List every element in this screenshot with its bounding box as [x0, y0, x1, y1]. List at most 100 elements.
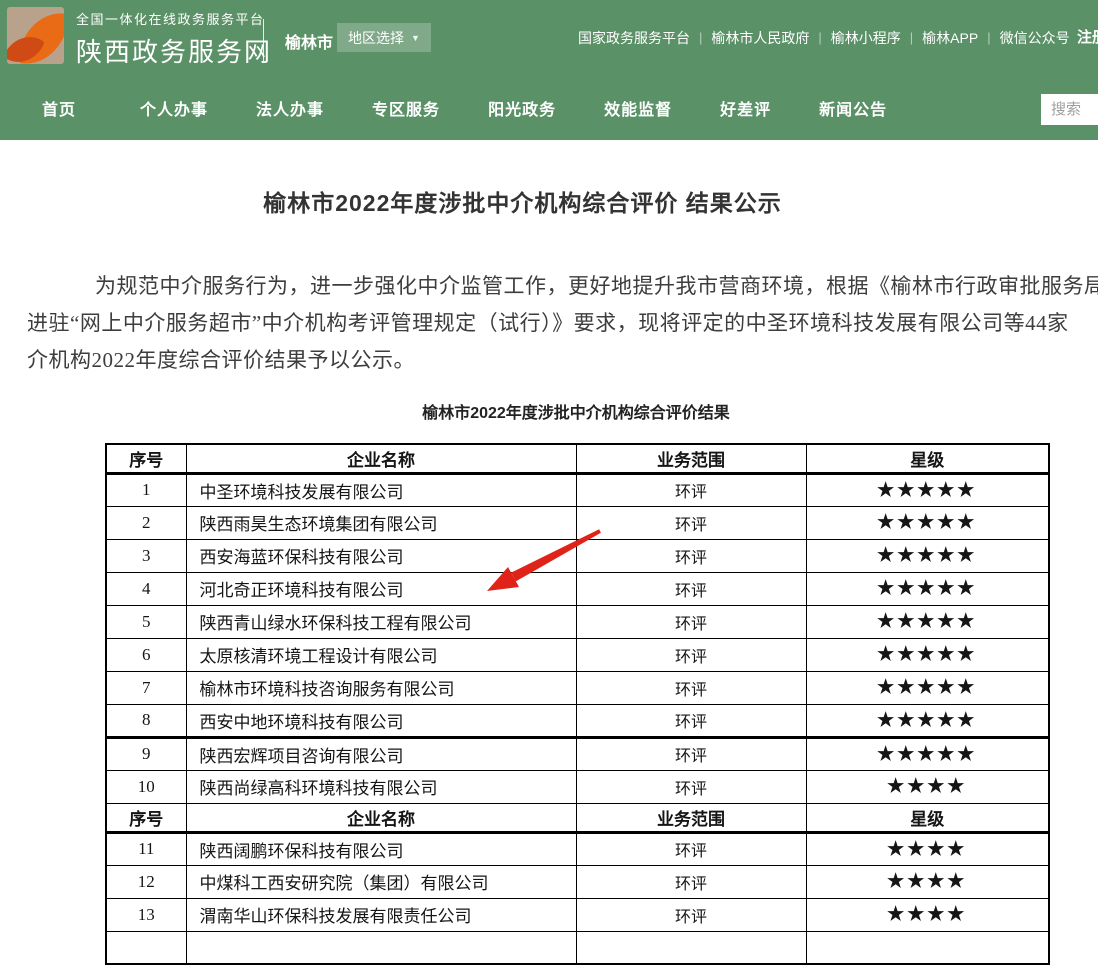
cell-star-rating: ★★★★: [806, 898, 1049, 931]
platform-name: 全国一体化在线政务服务平台: [76, 9, 272, 28]
table-row: 11陕西阔鹏环保科技有限公司环评★★★★: [106, 832, 1049, 865]
top-link[interactable]: 榆林小程序: [831, 28, 901, 48]
brand-divider: [263, 19, 264, 61]
chevron-down-icon: ▼: [411, 33, 420, 43]
cell-star-rating: ★★★★★: [806, 704, 1049, 737]
cell-star-rating: ★★★★★: [806, 605, 1049, 638]
cell-star-rating: ★★★★★: [806, 572, 1049, 605]
cell-business-scope: 环评: [576, 671, 806, 704]
column-header: 星级: [806, 803, 1049, 832]
site-name: 陕西政务服务网: [76, 32, 272, 69]
cell-star-rating: ★★★★★: [806, 473, 1049, 506]
top-link[interactable]: 微信公众号: [1000, 28, 1070, 48]
cell-star-rating: ★★★★★: [806, 638, 1049, 671]
top-link-separator: |: [818, 30, 821, 45]
nav-item[interactable]: 专区服务: [372, 96, 440, 120]
nav-item[interactable]: 首页: [42, 96, 76, 120]
cell-company-name: 中圣环境科技发展有限公司: [186, 473, 576, 506]
cell-business-scope: 环评: [576, 605, 806, 638]
paragraph-line: 进驻“网上中介服务超市”中介机构考评管理规定（试行）》要求，现将评定的中圣环境科…: [27, 305, 1098, 342]
table-header-row: 序号企业名称业务范围星级: [106, 444, 1049, 473]
top-link[interactable]: 国家政务服务平台: [578, 28, 690, 48]
table-row: 9陕西宏辉项目咨询有限公司环评★★★★★: [106, 737, 1049, 770]
cell-company-name: 中煤科工西安研究院（集团）有限公司: [186, 865, 576, 898]
cell-business-scope: 环评: [576, 638, 806, 671]
cell-company-name: 陕西青山绿水环保科技工程有限公司: [186, 605, 576, 638]
cell-company-name: 西安海蓝环保科技有限公司: [186, 539, 576, 572]
table-row: 1中圣环境科技发展有限公司环评★★★★★: [106, 473, 1049, 506]
table-row: 4河北奇正环境科技有限公司环评★★★★★: [106, 572, 1049, 605]
cell-company-name: 陕西宏辉项目咨询有限公司: [186, 737, 576, 770]
nav-item[interactable]: 阳光政务: [488, 96, 556, 120]
table-row: 12中煤科工西安研究院（集团）有限公司环评★★★★: [106, 865, 1049, 898]
cell-index: 13: [106, 898, 186, 931]
cell-company-name: 渭南华山环保科技发展有限责任公司: [186, 898, 576, 931]
cell-company-name: 陕西尚绿高科环境科技有限公司: [186, 770, 576, 803]
table-row: 6太原核清环境工程设计有限公司环评★★★★★: [106, 638, 1049, 671]
cell-index: 6: [106, 638, 186, 671]
cell-business-scope: 环评: [576, 473, 806, 506]
table-caption: 榆林市2022年度涉批中介机构综合评价结果: [0, 399, 1098, 423]
top-link[interactable]: 榆林市人民政府: [711, 28, 809, 48]
cell-star-rating: ★★★★: [806, 865, 1049, 898]
nav-item[interactable]: 效能监督: [604, 96, 672, 120]
column-header: 星级: [806, 444, 1049, 473]
announcement-paragraph: 为规范中介服务行为，进一步强化中介监管工作，更好地提升我市营商环境，根据《榆林市…: [27, 268, 1098, 379]
cell-company-name: 陕西雨昊生态环境集团有限公司: [186, 506, 576, 539]
site-logo[interactable]: [7, 7, 64, 64]
cell-business-scope: 环评: [576, 506, 806, 539]
table-row-partial: [106, 931, 1049, 964]
cell-index: 5: [106, 605, 186, 638]
cell-star-rating: ★★★★★: [806, 506, 1049, 539]
cell-business-scope: 环评: [576, 737, 806, 770]
cell-company-name: 河北奇正环境科技有限公司: [186, 572, 576, 605]
cell-index: 2: [106, 506, 186, 539]
nav-item[interactable]: 法人办事: [256, 96, 324, 120]
register-link[interactable]: 注册: [1077, 26, 1098, 47]
top-link[interactable]: 榆林APP: [922, 28, 978, 48]
table-row: 8西安中地环境科技有限公司环评★★★★★: [106, 704, 1049, 737]
paragraph-line: 为规范中介服务行为，进一步强化中介监管工作，更好地提升我市营商环境，根据《榆林市…: [27, 268, 1098, 305]
cell-star-rating: ★★★★: [806, 832, 1049, 865]
brand-block: 全国一体化在线政务服务平台 陕西政务服务网: [76, 9, 272, 69]
cell-index: 4: [106, 572, 186, 605]
nav-item[interactable]: 新闻公告: [819, 96, 887, 120]
column-header: 序号: [106, 444, 186, 473]
top-link-separator: |: [910, 30, 913, 45]
page-title: 榆林市2022年度涉批中介机构综合评价 结果公示: [0, 184, 1045, 218]
search-input[interactable]: [1041, 94, 1098, 125]
region-selector-button[interactable]: 地区选择 ▼: [337, 23, 431, 52]
table-row: 7榆林市环境科技咨询服务有限公司环评★★★★★: [106, 671, 1049, 704]
main-nav: 首页 个人办事 法人办事 专区服务 阳光政务 效能监督 好差评 新闻公告: [0, 75, 1098, 140]
column-header: 企业名称: [186, 803, 576, 832]
cell-business-scope: 环评: [576, 704, 806, 737]
top-link-separator: |: [987, 30, 990, 45]
cell-business-scope: 环评: [576, 572, 806, 605]
cell-business-scope: 环评: [576, 898, 806, 931]
table-row: 13渭南华山环保科技发展有限责任公司环评★★★★: [106, 898, 1049, 931]
cell-index: 12: [106, 865, 186, 898]
announcement-document: 榆林市2022年度涉批中介机构综合评价 结果公示 为规范中介服务行为，进一步强化…: [0, 140, 1098, 965]
cell-business-scope: 环评: [576, 770, 806, 803]
cell-business-scope: 环评: [576, 539, 806, 572]
cell-star-rating: ★★★★: [806, 770, 1049, 803]
column-header: 业务范围: [576, 803, 806, 832]
cell-company-name: 陕西阔鹏环保科技有限公司: [186, 832, 576, 865]
site-header: 全国一体化在线政务服务平台 陕西政务服务网 榆林市 地区选择 ▼ 国家政务服务平…: [0, 0, 1098, 140]
cell-business-scope: 环评: [576, 865, 806, 898]
cell-index: 3: [106, 539, 186, 572]
table-row: 2陕西雨昊生态环境集团有限公司环评★★★★★: [106, 506, 1049, 539]
nav-item[interactable]: 个人办事: [140, 96, 208, 120]
nav-item[interactable]: 好差评: [720, 96, 771, 120]
cell-index: 1: [106, 473, 186, 506]
cell-star-rating: ★★★★★: [806, 737, 1049, 770]
column-header: 企业名称: [186, 444, 576, 473]
table-row: 10陕西尚绿高科环境科技有限公司环评★★★★: [106, 770, 1049, 803]
table-header-row: 序号企业名称业务范围星级: [106, 803, 1049, 832]
table-row: 3西安海蓝环保科技有限公司环评★★★★★: [106, 539, 1049, 572]
cell-business-scope: 环评: [576, 832, 806, 865]
top-links: 国家政务服务平台 | 榆林市人民政府 | 榆林小程序 | 榆林APP | 微信公众号: [578, 0, 1070, 75]
table-row: 5陕西青山绿水环保科技工程有限公司环评★★★★★: [106, 605, 1049, 638]
top-link-separator: |: [699, 30, 702, 45]
main-nav-bar: 首页 个人办事 法人办事 专区服务 阳光政务 效能监督 好差评 新闻公告: [0, 75, 1098, 140]
